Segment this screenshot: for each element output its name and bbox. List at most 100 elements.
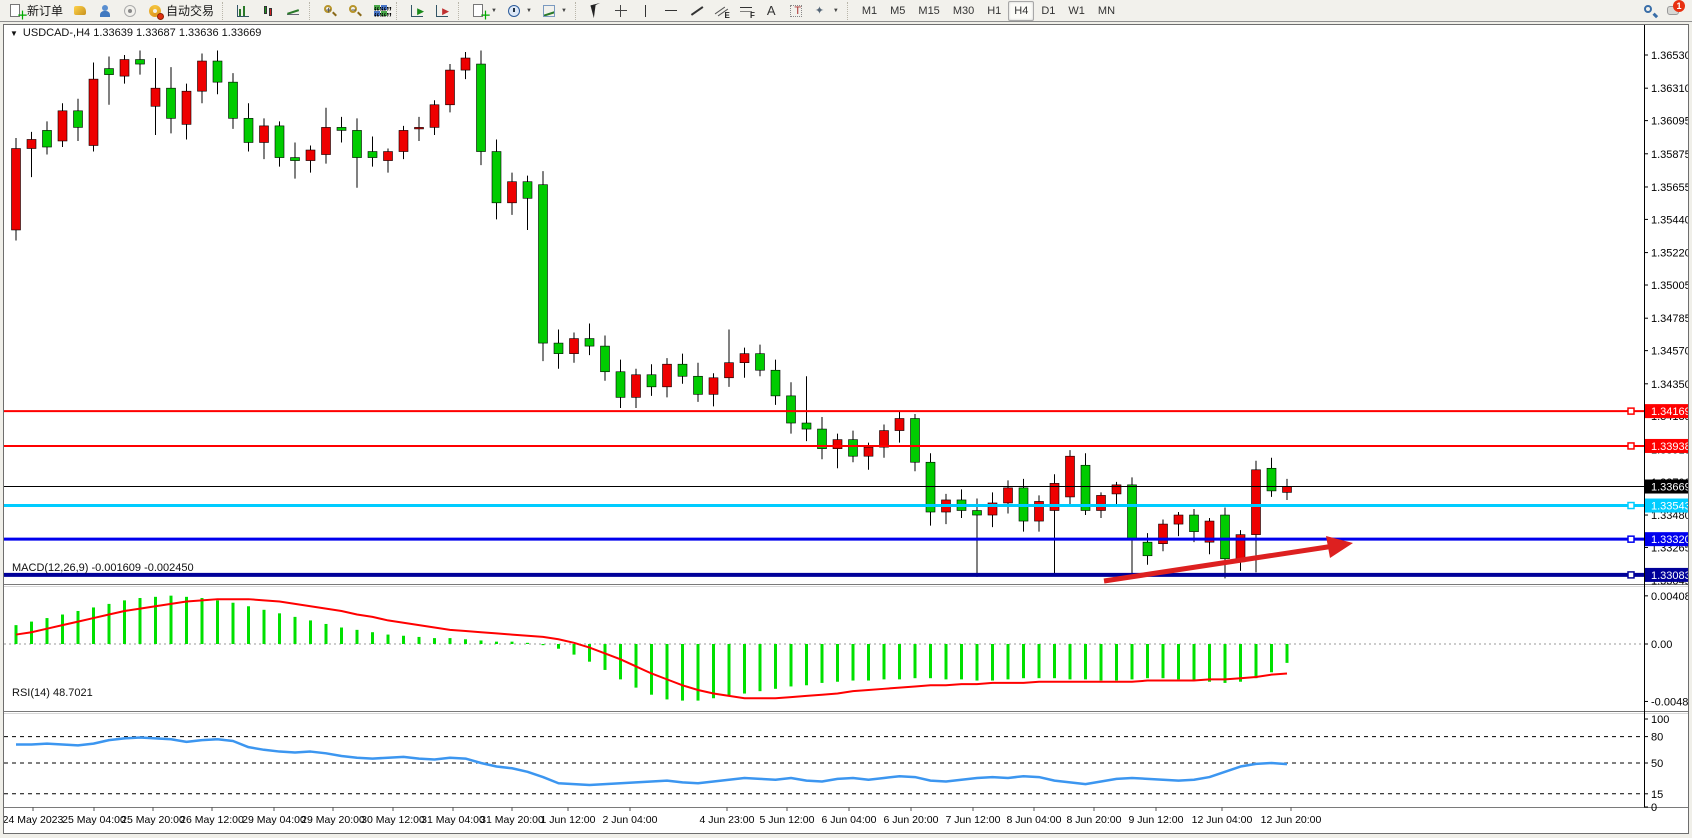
svg-text:1.35005: 1.35005 bbox=[1651, 280, 1688, 292]
chat-icon: 1 bbox=[1666, 3, 1682, 19]
auto-scroll-button[interactable]: ▶ bbox=[405, 1, 429, 21]
svg-text:0.00: 0.00 bbox=[1651, 639, 1672, 651]
svg-text:0: 0 bbox=[1651, 802, 1657, 814]
profile-icon bbox=[97, 3, 113, 19]
line-chart-icon bbox=[285, 3, 301, 19]
svg-text:1.34350: 1.34350 bbox=[1651, 379, 1688, 391]
chart-canvas[interactable]: 1.365301.363101.360951.358751.356551.354… bbox=[4, 25, 1688, 833]
svg-text:1.35220: 1.35220 bbox=[1651, 248, 1688, 260]
indicators-button[interactable]: ＋▼ bbox=[467, 1, 501, 21]
bar-chart-button[interactable] bbox=[231, 1, 255, 21]
price-badge-text: 1.34169 bbox=[1651, 406, 1688, 418]
clock-icon bbox=[506, 3, 522, 19]
toolbar-separator bbox=[396, 2, 401, 20]
svg-text:26 May 12:00: 26 May 12:00 bbox=[180, 814, 244, 826]
templates-button[interactable]: ▼ bbox=[537, 1, 571, 21]
zoom-out-icon: − bbox=[347, 3, 363, 19]
template-icon bbox=[541, 3, 557, 19]
svg-text:0.004084: 0.004084 bbox=[1651, 591, 1688, 603]
svg-text:31 May 20:00: 31 May 20:00 bbox=[480, 814, 544, 826]
new-order-button[interactable]: ＋ 新订单 bbox=[4, 1, 67, 21]
collapse-toggle-icon[interactable]: ▼ bbox=[10, 29, 18, 38]
svg-text:-0.004872: -0.004872 bbox=[1651, 696, 1688, 708]
svg-text:7 Jun 12:00: 7 Jun 12:00 bbox=[946, 814, 1001, 826]
line-handle bbox=[1628, 503, 1634, 509]
svg-text:12 Jun 20:00: 12 Jun 20:00 bbox=[1261, 814, 1322, 826]
horizontal-line-icon bbox=[663, 3, 679, 19]
signals-button[interactable] bbox=[118, 1, 142, 21]
svg-text:15: 15 bbox=[1651, 789, 1663, 801]
timeframe-w1-button[interactable]: W1 bbox=[1062, 1, 1091, 21]
notification-badge: 1 bbox=[1673, 0, 1685, 12]
svg-text:2 Jun 04:00: 2 Jun 04:00 bbox=[603, 814, 658, 826]
crosshair-icon bbox=[613, 3, 629, 19]
indicators-icon: ＋ bbox=[471, 3, 487, 19]
timeframe-h4-button[interactable]: H4 bbox=[1008, 1, 1034, 21]
auto-trading-button[interactable]: 自动交易 bbox=[143, 1, 218, 21]
cursor-button[interactable] bbox=[584, 1, 608, 21]
tile-windows-button[interactable] bbox=[368, 1, 392, 21]
auto-trading-label: 自动交易 bbox=[166, 2, 214, 19]
periods-button[interactable]: ▼ bbox=[502, 1, 536, 21]
line-handle bbox=[1628, 408, 1634, 414]
zoom-out-button[interactable]: − bbox=[343, 1, 367, 21]
candlestick-chart-button[interactable] bbox=[256, 1, 280, 21]
line-handle bbox=[1628, 536, 1634, 542]
svg-text:8 Jun 20:00: 8 Jun 20:00 bbox=[1067, 814, 1122, 826]
timeframe-m1-button[interactable]: M1 bbox=[856, 1, 883, 21]
vertical-line-button[interactable] bbox=[634, 1, 658, 21]
svg-text:1.34785: 1.34785 bbox=[1651, 313, 1688, 325]
svg-text:25 May 04:00: 25 May 04:00 bbox=[62, 814, 126, 826]
svg-text:1.35875: 1.35875 bbox=[1651, 149, 1688, 161]
svg-text:24 May 2023: 24 May 2023 bbox=[4, 814, 64, 826]
line-handle bbox=[1628, 443, 1634, 449]
timeframe-m30-button[interactable]: M30 bbox=[947, 1, 980, 21]
price-badge-text: 1.33083 bbox=[1651, 570, 1688, 582]
svg-text:50: 50 bbox=[1651, 758, 1663, 770]
svg-text:30 May 12:00: 30 May 12:00 bbox=[361, 814, 425, 826]
line-chart-button[interactable] bbox=[281, 1, 305, 21]
tile-windows-icon bbox=[372, 3, 388, 19]
svg-text:1.35655: 1.35655 bbox=[1651, 182, 1688, 194]
fibonacci-button[interactable]: F bbox=[734, 1, 758, 21]
metaeditor-button[interactable] bbox=[68, 1, 92, 21]
shapes-icon: ✦ bbox=[813, 3, 829, 19]
chart-title-row: ▼ USDCAD-,H4 1.33639 1.33687 1.33636 1.3… bbox=[10, 26, 261, 40]
search-button[interactable] bbox=[1638, 1, 1662, 21]
timeframe-m5-button[interactable]: M5 bbox=[884, 1, 911, 21]
price-badge-text: 1.33320 bbox=[1651, 534, 1688, 546]
text-button[interactable]: A bbox=[759, 1, 783, 21]
svg-text:1.36095: 1.36095 bbox=[1651, 116, 1688, 128]
timeframe-h1-button[interactable]: H1 bbox=[981, 1, 1007, 21]
vertical-line-icon bbox=[638, 3, 654, 19]
toolbar-separator bbox=[847, 2, 852, 20]
svg-text:1.34570: 1.34570 bbox=[1651, 346, 1688, 358]
toolbar-separator bbox=[575, 2, 580, 20]
shapes-button[interactable]: ✦▼ bbox=[809, 1, 843, 21]
timeframe-mn-button[interactable]: MN bbox=[1092, 1, 1121, 21]
chart-shift-button[interactable]: ▶ bbox=[430, 1, 454, 21]
timeframe-m15-button[interactable]: M15 bbox=[912, 1, 945, 21]
text-label-icon: T bbox=[788, 3, 804, 19]
trendline-button[interactable] bbox=[684, 1, 708, 21]
timeframe-d1-button[interactable]: D1 bbox=[1035, 1, 1061, 21]
channel-button[interactable]: E bbox=[709, 1, 733, 21]
profile-button[interactable] bbox=[93, 1, 117, 21]
horizontal-line-button[interactable] bbox=[659, 1, 683, 21]
zoom-in-button[interactable]: + bbox=[318, 1, 342, 21]
cursor-icon bbox=[588, 3, 604, 19]
crosshair-button[interactable] bbox=[609, 1, 633, 21]
editor-icon bbox=[72, 3, 88, 19]
notifications-button[interactable]: 1 bbox=[1662, 1, 1686, 21]
svg-text:1.35440: 1.35440 bbox=[1651, 214, 1688, 226]
svg-text:100: 100 bbox=[1651, 714, 1669, 726]
toolbar-separator bbox=[458, 2, 463, 20]
price-badge-text: 1.33938 bbox=[1651, 441, 1688, 453]
text-label-button[interactable]: T bbox=[784, 1, 808, 21]
new-order-label: 新订单 bbox=[27, 2, 63, 19]
auto-trading-icon bbox=[147, 3, 163, 19]
toolbar-separator bbox=[309, 2, 314, 20]
chart-shift-icon: ▶ bbox=[434, 3, 450, 19]
text-icon: A bbox=[763, 3, 779, 19]
svg-text:8 Jun 04:00: 8 Jun 04:00 bbox=[1007, 814, 1062, 826]
